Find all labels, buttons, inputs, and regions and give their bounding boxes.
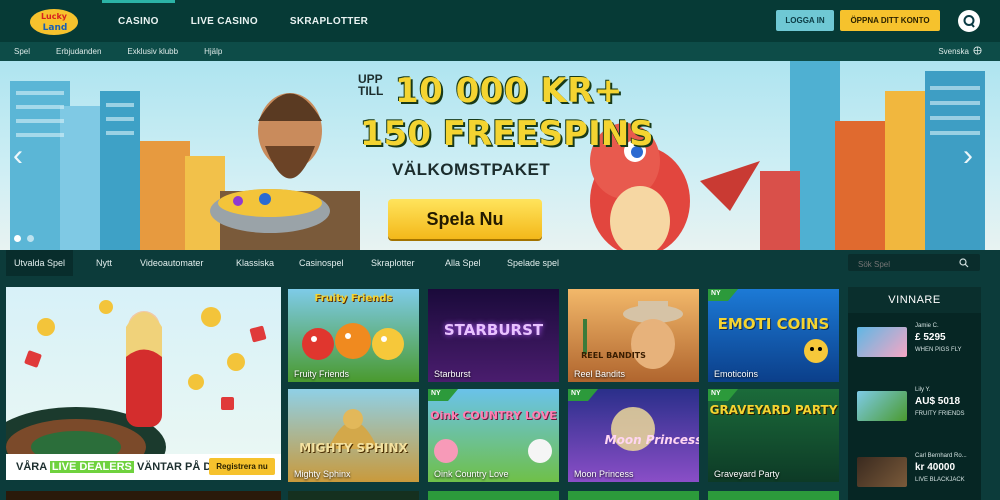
tab-alla-spel[interactable]: Alla Spel bbox=[445, 250, 481, 276]
winner-amount: £ 5295 bbox=[915, 332, 946, 343]
lucky-land-logo[interactable]: Lucky Land bbox=[28, 4, 80, 38]
partial-game-tile[interactable] bbox=[708, 491, 839, 500]
hero-freespins: 150 FREESPINS bbox=[360, 114, 654, 154]
live-dealer-art bbox=[6, 300, 267, 480]
category-tabs: Utvalda Spel Nytt Videoautomater Klassis… bbox=[0, 250, 1000, 276]
tab-klassiska[interactable]: Klassiska bbox=[236, 250, 274, 276]
tab-nytt[interactable]: Nytt bbox=[96, 250, 112, 276]
winner-name: Lily Y. bbox=[915, 387, 931, 393]
partial-game-tile[interactable] bbox=[6, 491, 281, 500]
winner-name: Jamie C. bbox=[915, 323, 939, 329]
winner-amount: kr 40000 bbox=[915, 462, 956, 473]
carousel-dot[interactable] bbox=[14, 235, 21, 242]
register-button[interactable]: Registrera nu bbox=[209, 458, 275, 475]
promo-text: VÅRA LIVE DEALERS VÄNTAR PÅ DIG bbox=[16, 461, 223, 473]
winner-name: Carl Bernhard Ro... bbox=[915, 453, 967, 459]
winner-amount: AU$ 5018 bbox=[915, 396, 961, 407]
hero-welcome-package: VÄLKOMSTPAKET bbox=[392, 160, 551, 179]
svg-text:Land: Land bbox=[43, 23, 68, 33]
new-badge-text: NY bbox=[571, 390, 581, 397]
tab-utvalda-spel[interactable]: Utvalda Spel bbox=[6, 250, 74, 276]
promo-text-before: VÅRA bbox=[16, 461, 50, 473]
game-art-title: STARBURST bbox=[443, 321, 544, 339]
game-label: Reel Bandits bbox=[574, 369, 626, 379]
tab-casinospel[interactable]: Casinospel bbox=[299, 250, 344, 276]
carousel-dots bbox=[14, 235, 34, 242]
new-badge-text: NY bbox=[711, 390, 721, 397]
game-art-title: REEL BANDITS bbox=[581, 351, 646, 360]
tab-skraplotter[interactable]: Skraplotter bbox=[371, 250, 415, 276]
chevron-right-icon[interactable]: › bbox=[958, 139, 978, 173]
hero-upp-till: UPP TILL bbox=[358, 73, 383, 97]
game-label: Oink Country Love bbox=[434, 469, 509, 479]
subnav-hjalp[interactable]: Hjälp bbox=[190, 47, 222, 56]
nav-live-casino[interactable]: LIVE CASINO bbox=[175, 0, 274, 42]
search-input[interactable] bbox=[848, 256, 943, 273]
subnav-spel[interactable]: Spel bbox=[0, 47, 30, 56]
promo-banner: VÅRA LIVE DEALERS VÄNTAR PÅ DIG Registre… bbox=[6, 454, 281, 480]
game-art-title: Moon Princess bbox=[604, 433, 699, 447]
play-now-button[interactable]: Spela Nu bbox=[388, 199, 542, 239]
winner-game-thumbnail bbox=[857, 327, 907, 357]
winner-item[interactable]: Lily Y. AU$ 5018 FRUITY FRIENDS bbox=[857, 385, 975, 429]
game-tile[interactable]: Fruity Friends Fruity Friends bbox=[288, 289, 419, 382]
main-nav: CASINO LIVE CASINO SKRAPLOTTER bbox=[102, 0, 384, 42]
partial-game-tile[interactable] bbox=[288, 491, 419, 500]
winner-game-thumbnail bbox=[857, 457, 907, 487]
hero-till: TILL bbox=[358, 84, 384, 98]
game-label: Mighty Sphinx bbox=[294, 469, 351, 479]
subnav-exklusiv-klubb[interactable]: Exklusiv klubb bbox=[113, 47, 178, 56]
game-tile[interactable]: Moon Princess NY Moon Princess bbox=[568, 389, 699, 482]
carousel-dot[interactable] bbox=[27, 235, 34, 242]
winner-game: LIVE BLACKJACK bbox=[915, 477, 965, 483]
hero-banner: UPP TILL 10 000 KR+ 150 FREESPINS VÄLKOM… bbox=[0, 61, 1000, 250]
language-selector[interactable]: Svenska bbox=[938, 46, 982, 57]
language-label: Svenska bbox=[938, 47, 969, 56]
tab-videoautomater[interactable]: Videoautomater bbox=[140, 250, 203, 276]
promo-text-highlight: LIVE DEALERS bbox=[49, 461, 134, 473]
game-tile[interactable]: STARBURST Starburst bbox=[428, 289, 559, 382]
chat-bubble-icon[interactable] bbox=[958, 10, 980, 32]
new-badge-text: NY bbox=[431, 390, 441, 397]
login-button[interactable]: LOGGA IN bbox=[776, 10, 834, 31]
winner-item[interactable]: Jamie C. £ 5295 WHEN PIGS FLY bbox=[857, 321, 975, 365]
top-header: Lucky Land CASINO LIVE CASINO SKRAPLOTTE… bbox=[0, 0, 1000, 42]
game-tile[interactable]: Oink COUNTRY LOVE NY Oink Country Love bbox=[428, 389, 559, 482]
search-icon[interactable] bbox=[948, 254, 980, 271]
game-tile[interactable]: REEL BANDITS Reel Bandits bbox=[568, 289, 699, 382]
partial-game-tile[interactable] bbox=[428, 491, 559, 500]
game-label: Starburst bbox=[434, 369, 471, 379]
game-art-title: MIGHTY SPHINX bbox=[299, 441, 408, 455]
live-dealer-promo[interactable]: VÅRA LIVE DEALERS VÄNTAR PÅ DIG Registre… bbox=[6, 287, 281, 480]
winners-panel: VINNARE Jamie C. £ 5295 WHEN PIGS FLY Li… bbox=[848, 287, 981, 500]
game-label: Fruity Friends bbox=[294, 369, 350, 379]
winner-game-thumbnail bbox=[857, 391, 907, 421]
nav-casino[interactable]: CASINO bbox=[102, 0, 175, 42]
new-badge-text: NY bbox=[711, 290, 721, 297]
winner-game: FRUITY FRIENDS bbox=[915, 411, 965, 417]
winner-item[interactable]: Carl Bernhard Ro... kr 40000 LIVE BLACKJ… bbox=[857, 451, 975, 495]
winner-game: WHEN PIGS FLY bbox=[915, 347, 962, 353]
game-tile[interactable]: MIGHTY SPHINX Mighty Sphinx bbox=[288, 389, 419, 482]
game-art-title: GRAVEYARD PARTY bbox=[709, 403, 838, 417]
game-tile[interactable]: GRAVEYARD PARTY NY Graveyard Party bbox=[708, 389, 839, 482]
sub-nav: Spel Erbjudanden Exklusiv klubb Hjälp Sv… bbox=[0, 42, 1000, 61]
tab-spelade-spel[interactable]: Spelade spel bbox=[507, 250, 559, 276]
chevron-left-icon[interactable]: ‹ bbox=[8, 139, 28, 173]
open-account-button[interactable]: ÖPPNA DITT KONTO bbox=[840, 10, 940, 31]
game-label: Moon Princess bbox=[574, 469, 634, 479]
game-label: Emoticoins bbox=[714, 369, 759, 379]
game-tile[interactable]: EMOTI COINS NY Emoticoins bbox=[708, 289, 839, 382]
winners-title: VINNARE bbox=[848, 287, 981, 313]
game-label: Graveyard Party bbox=[714, 469, 780, 479]
svg-text:Lucky: Lucky bbox=[41, 12, 68, 21]
nav-skraplotter[interactable]: SKRAPLOTTER bbox=[274, 0, 384, 42]
hero-amount: 10 000 KR+ bbox=[395, 71, 623, 111]
game-search bbox=[848, 254, 980, 273]
partial-game-tile[interactable] bbox=[568, 491, 699, 500]
globe-icon bbox=[973, 46, 982, 57]
subnav-erbjudanden[interactable]: Erbjudanden bbox=[42, 47, 101, 56]
